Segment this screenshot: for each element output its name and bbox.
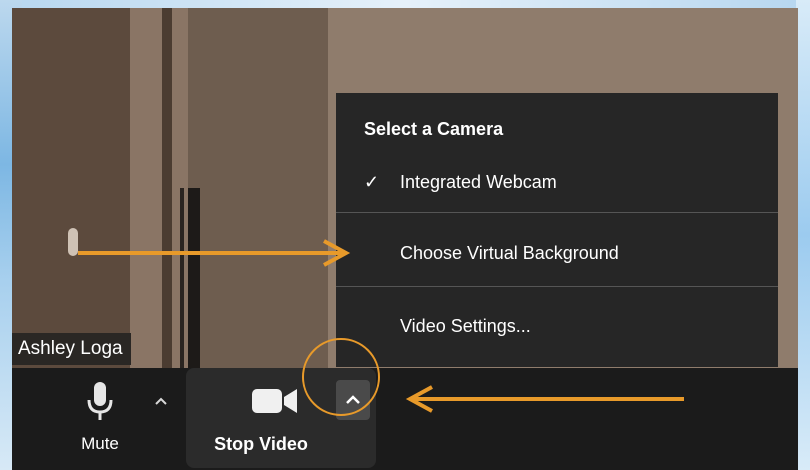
menu-divider bbox=[336, 212, 778, 213]
menu-item-choose-virtual-background[interactable]: Choose Virtual Background bbox=[336, 221, 778, 285]
audio-options-caret[interactable] bbox=[150, 390, 172, 412]
chevron-up-icon bbox=[155, 397, 167, 405]
mute-button[interactable]: Mute bbox=[62, 368, 138, 470]
camera-menu: Select a Camera ✓ Integrated Webcam Choo… bbox=[336, 93, 778, 367]
menu-divider bbox=[336, 286, 778, 287]
menu-item-video-settings[interactable]: Video Settings... bbox=[336, 294, 778, 358]
video-wall-left bbox=[12, 8, 142, 370]
annotation-circle bbox=[302, 338, 380, 416]
mute-label: Mute bbox=[81, 434, 119, 453]
annotation-arrow-right bbox=[78, 239, 351, 267]
background-right bbox=[796, 0, 810, 470]
video-doorframe bbox=[162, 8, 172, 370]
menu-item-integrated-webcam[interactable]: ✓ Integrated Webcam bbox=[336, 150, 778, 214]
microphone-icon bbox=[87, 382, 113, 420]
video-wall-middle bbox=[188, 8, 328, 370]
video-camera-icon bbox=[252, 389, 297, 413]
stop-video-label: Stop Video bbox=[214, 434, 308, 454]
camera-menu-header: Select a Camera bbox=[364, 119, 504, 139]
menu-item-label: Choose Virtual Background bbox=[400, 243, 619, 263]
video-cable-shadow bbox=[180, 188, 184, 370]
participant-name-tag: Ashley Loga bbox=[12, 333, 131, 365]
annotation-arrow-left bbox=[405, 385, 684, 413]
checkmark-icon: ✓ bbox=[364, 172, 380, 192]
menu-item-label: Integrated Webcam bbox=[400, 172, 557, 192]
video-cable bbox=[188, 188, 200, 370]
menu-item-label: Video Settings... bbox=[400, 316, 531, 336]
